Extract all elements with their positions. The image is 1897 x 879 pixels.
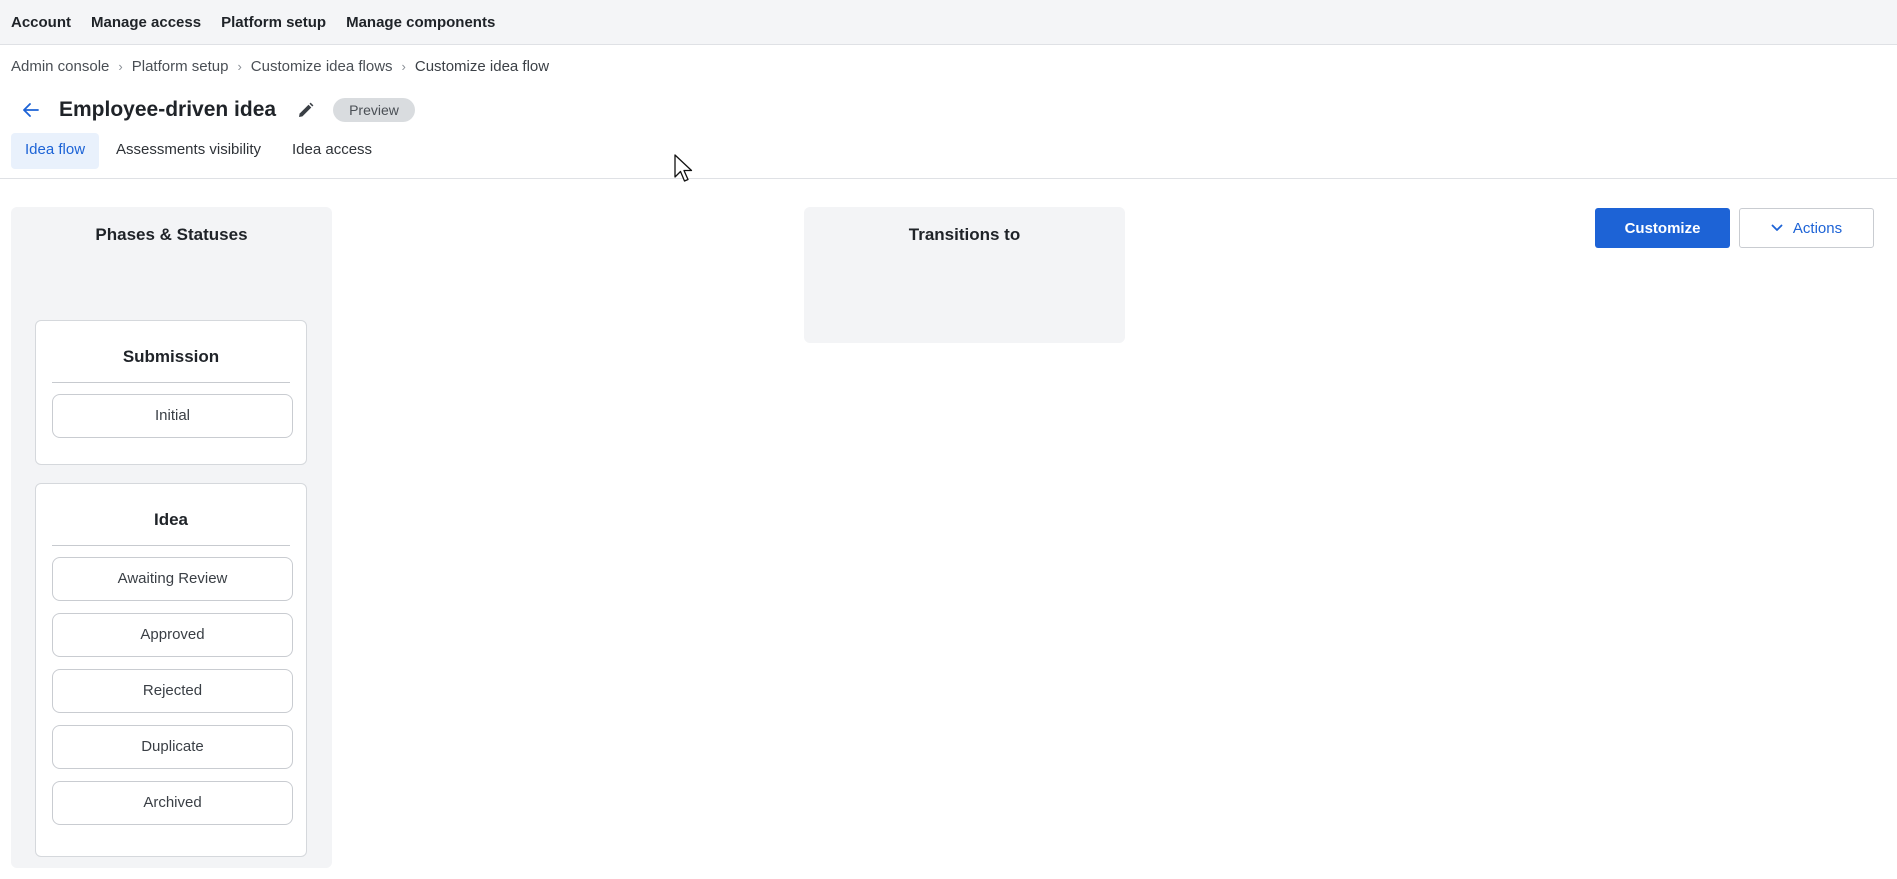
preview-badge: Preview	[333, 98, 415, 122]
breadcrumb-admin-console[interactable]: Admin console	[11, 58, 109, 75]
status-approved[interactable]: Approved	[52, 613, 293, 657]
phases-statuses-title: Phases & Statuses	[95, 225, 248, 244]
transitions-panel: Transitions to	[804, 207, 1125, 343]
phases-statuses-panel: Phases & Statuses Submission Initial Ide…	[11, 207, 332, 868]
breadcrumb-customize-idea-flows[interactable]: Customize idea flows	[251, 58, 393, 75]
phase-card-idea: Idea Awaiting Review Approved Rejected D…	[35, 483, 307, 857]
status-duplicate[interactable]: Duplicate	[52, 725, 293, 769]
actions-label: Actions	[1792, 219, 1843, 237]
page-title: Employee-driven idea	[59, 98, 277, 121]
status-rejected[interactable]: Rejected	[52, 669, 293, 713]
tab-bar: Idea flow Assessments visibility Idea ac…	[0, 133, 1897, 179]
pencil-icon	[298, 102, 313, 117]
title-bar: Employee-driven idea Preview	[20, 95, 415, 125]
phase-name: Idea	[52, 484, 290, 546]
breadcrumb-platform-setup[interactable]: Platform setup	[132, 58, 229, 75]
mouse-cursor-icon	[674, 154, 693, 182]
topnav-manage-components[interactable]: Manage components	[346, 14, 495, 31]
chevron-right-icon: ›	[237, 59, 242, 74]
phase-card-submission: Submission Initial	[35, 320, 307, 465]
topnav-manage-access[interactable]: Manage access	[91, 14, 201, 31]
transitions-title: Transitions to	[908, 225, 1021, 244]
topnav-platform-setup[interactable]: Platform setup	[221, 14, 326, 31]
tab-assessments-visibility[interactable]: Assessments visibility	[102, 133, 275, 169]
phase-name: Submission	[52, 321, 290, 383]
customize-button[interactable]: Customize	[1595, 208, 1730, 248]
status-initial[interactable]: Initial	[52, 394, 293, 438]
status-awaiting-review[interactable]: Awaiting Review	[52, 557, 293, 601]
tab-idea-access[interactable]: Idea access	[278, 133, 386, 169]
breadcrumb-current: Customize idea flow	[414, 58, 550, 75]
status-archived[interactable]: Archived	[52, 781, 293, 825]
top-navigation: Account Manage access Platform setup Man…	[0, 0, 1897, 45]
back-button[interactable]	[20, 99, 42, 121]
topnav-account[interactable]: Account	[11, 14, 71, 31]
edit-title-button[interactable]	[295, 100, 315, 120]
tab-idea-flow[interactable]: Idea flow	[11, 133, 100, 169]
breadcrumb: Admin console › Platform setup › Customi…	[11, 58, 549, 75]
arrow-left-icon	[23, 103, 39, 117]
chevron-right-icon: ›	[401, 59, 406, 74]
chevron-down-icon	[1771, 224, 1783, 231]
actions-dropdown-button[interactable]: Actions	[1739, 208, 1874, 248]
chevron-right-icon: ›	[118, 59, 123, 74]
